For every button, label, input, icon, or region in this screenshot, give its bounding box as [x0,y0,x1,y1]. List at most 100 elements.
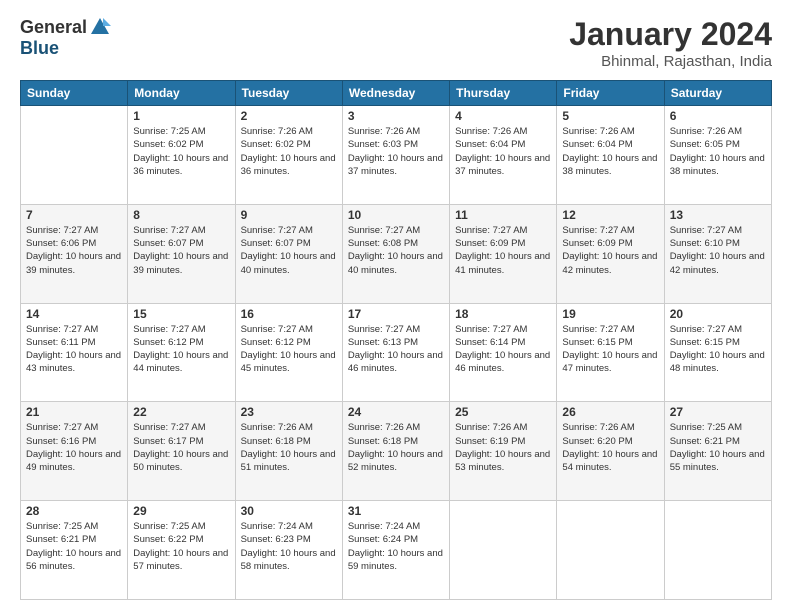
day-cell: 16 Sunrise: 7:27 AMSunset: 6:12 PMDaylig… [235,303,342,402]
day-cell [450,501,557,600]
day-cell: 19 Sunrise: 7:27 AMSunset: 6:15 PMDaylig… [557,303,664,402]
day-cell: 24 Sunrise: 7:26 AMSunset: 6:18 PMDaylig… [342,402,449,501]
day-info: Sunrise: 7:24 AMSunset: 6:24 PMDaylight:… [348,520,444,573]
week-row-1: 1 Sunrise: 7:25 AMSunset: 6:02 PMDayligh… [21,106,772,205]
day-number: 2 [241,109,337,123]
day-number: 13 [670,208,766,222]
day-info: Sunrise: 7:25 AMSunset: 6:21 PMDaylight:… [670,421,766,474]
day-cell: 12 Sunrise: 7:27 AMSunset: 6:09 PMDaylig… [557,204,664,303]
day-cell: 25 Sunrise: 7:26 AMSunset: 6:19 PMDaylig… [450,402,557,501]
day-cell: 5 Sunrise: 7:26 AMSunset: 6:04 PMDayligh… [557,106,664,205]
calendar-table: Sunday Monday Tuesday Wednesday Thursday… [20,80,772,600]
day-number: 4 [455,109,551,123]
week-row-4: 21 Sunrise: 7:27 AMSunset: 6:16 PMDaylig… [21,402,772,501]
day-info: Sunrise: 7:27 AMSunset: 6:16 PMDaylight:… [26,421,122,474]
day-cell: 11 Sunrise: 7:27 AMSunset: 6:09 PMDaylig… [450,204,557,303]
day-number: 31 [348,504,444,518]
logo-general-text: General [20,17,87,38]
day-number: 20 [670,307,766,321]
day-cell: 29 Sunrise: 7:25 AMSunset: 6:22 PMDaylig… [128,501,235,600]
col-friday: Friday [557,81,664,106]
day-info: Sunrise: 7:27 AMSunset: 6:13 PMDaylight:… [348,323,444,376]
col-tuesday: Tuesday [235,81,342,106]
day-number: 19 [562,307,658,321]
day-cell: 6 Sunrise: 7:26 AMSunset: 6:05 PMDayligh… [664,106,771,205]
day-cell [21,106,128,205]
day-number: 30 [241,504,337,518]
day-cell: 20 Sunrise: 7:27 AMSunset: 6:15 PMDaylig… [664,303,771,402]
day-cell [557,501,664,600]
day-info: Sunrise: 7:27 AMSunset: 6:12 PMDaylight:… [133,323,229,376]
day-info: Sunrise: 7:27 AMSunset: 6:07 PMDaylight:… [133,224,229,277]
day-info: Sunrise: 7:27 AMSunset: 6:09 PMDaylight:… [562,224,658,277]
day-number: 3 [348,109,444,123]
day-number: 11 [455,208,551,222]
day-info: Sunrise: 7:26 AMSunset: 6:02 PMDaylight:… [241,125,337,178]
day-info: Sunrise: 7:26 AMSunset: 6:20 PMDaylight:… [562,421,658,474]
day-info: Sunrise: 7:26 AMSunset: 6:18 PMDaylight:… [241,421,337,474]
day-number: 25 [455,405,551,419]
logo: General Blue [20,16,111,59]
day-info: Sunrise: 7:27 AMSunset: 6:14 PMDaylight:… [455,323,551,376]
col-sunday: Sunday [21,81,128,106]
day-cell [664,501,771,600]
day-cell: 27 Sunrise: 7:25 AMSunset: 6:21 PMDaylig… [664,402,771,501]
day-number: 24 [348,405,444,419]
col-wednesday: Wednesday [342,81,449,106]
day-cell: 3 Sunrise: 7:26 AMSunset: 6:03 PMDayligh… [342,106,449,205]
day-number: 18 [455,307,551,321]
day-number: 10 [348,208,444,222]
day-info: Sunrise: 7:27 AMSunset: 6:15 PMDaylight:… [670,323,766,376]
day-number: 26 [562,405,658,419]
day-cell: 26 Sunrise: 7:26 AMSunset: 6:20 PMDaylig… [557,402,664,501]
day-info: Sunrise: 7:27 AMSunset: 6:08 PMDaylight:… [348,224,444,277]
day-cell: 30 Sunrise: 7:24 AMSunset: 6:23 PMDaylig… [235,501,342,600]
day-cell: 13 Sunrise: 7:27 AMSunset: 6:10 PMDaylig… [664,204,771,303]
col-saturday: Saturday [664,81,771,106]
day-number: 8 [133,208,229,222]
day-info: Sunrise: 7:27 AMSunset: 6:12 PMDaylight:… [241,323,337,376]
day-cell: 31 Sunrise: 7:24 AMSunset: 6:24 PMDaylig… [342,501,449,600]
subtitle: Bhinmal, Rajasthan, India [569,53,772,70]
week-row-5: 28 Sunrise: 7:25 AMSunset: 6:21 PMDaylig… [21,501,772,600]
day-cell: 15 Sunrise: 7:27 AMSunset: 6:12 PMDaylig… [128,303,235,402]
day-info: Sunrise: 7:26 AMSunset: 6:04 PMDaylight:… [562,125,658,178]
day-cell: 10 Sunrise: 7:27 AMSunset: 6:08 PMDaylig… [342,204,449,303]
day-number: 16 [241,307,337,321]
day-info: Sunrise: 7:25 AMSunset: 6:02 PMDaylight:… [133,125,229,178]
day-cell: 28 Sunrise: 7:25 AMSunset: 6:21 PMDaylig… [21,501,128,600]
day-number: 21 [26,405,122,419]
day-info: Sunrise: 7:26 AMSunset: 6:05 PMDaylight:… [670,125,766,178]
day-number: 12 [562,208,658,222]
day-number: 29 [133,504,229,518]
day-cell: 8 Sunrise: 7:27 AMSunset: 6:07 PMDayligh… [128,204,235,303]
day-number: 9 [241,208,337,222]
day-info: Sunrise: 7:27 AMSunset: 6:07 PMDaylight:… [241,224,337,277]
day-number: 28 [26,504,122,518]
column-header-row: Sunday Monday Tuesday Wednesday Thursday… [21,81,772,106]
day-info: Sunrise: 7:26 AMSunset: 6:04 PMDaylight:… [455,125,551,178]
title-area: January 2024 Bhinmal, Rajasthan, India [569,16,772,70]
day-info: Sunrise: 7:25 AMSunset: 6:21 PMDaylight:… [26,520,122,573]
logo-icon [89,16,111,38]
logo-blue-text: Blue [20,38,59,59]
day-cell: 1 Sunrise: 7:25 AMSunset: 6:02 PMDayligh… [128,106,235,205]
day-number: 27 [670,405,766,419]
day-cell: 18 Sunrise: 7:27 AMSunset: 6:14 PMDaylig… [450,303,557,402]
day-info: Sunrise: 7:25 AMSunset: 6:22 PMDaylight:… [133,520,229,573]
day-cell: 17 Sunrise: 7:27 AMSunset: 6:13 PMDaylig… [342,303,449,402]
day-cell: 14 Sunrise: 7:27 AMSunset: 6:11 PMDaylig… [21,303,128,402]
day-info: Sunrise: 7:27 AMSunset: 6:15 PMDaylight:… [562,323,658,376]
col-thursday: Thursday [450,81,557,106]
main-title: January 2024 [569,16,772,53]
day-info: Sunrise: 7:26 AMSunset: 6:03 PMDaylight:… [348,125,444,178]
day-info: Sunrise: 7:27 AMSunset: 6:17 PMDaylight:… [133,421,229,474]
day-info: Sunrise: 7:27 AMSunset: 6:06 PMDaylight:… [26,224,122,277]
day-cell: 2 Sunrise: 7:26 AMSunset: 6:02 PMDayligh… [235,106,342,205]
week-row-2: 7 Sunrise: 7:27 AMSunset: 6:06 PMDayligh… [21,204,772,303]
day-info: Sunrise: 7:26 AMSunset: 6:19 PMDaylight:… [455,421,551,474]
day-number: 23 [241,405,337,419]
day-number: 14 [26,307,122,321]
day-info: Sunrise: 7:27 AMSunset: 6:10 PMDaylight:… [670,224,766,277]
day-number: 22 [133,405,229,419]
